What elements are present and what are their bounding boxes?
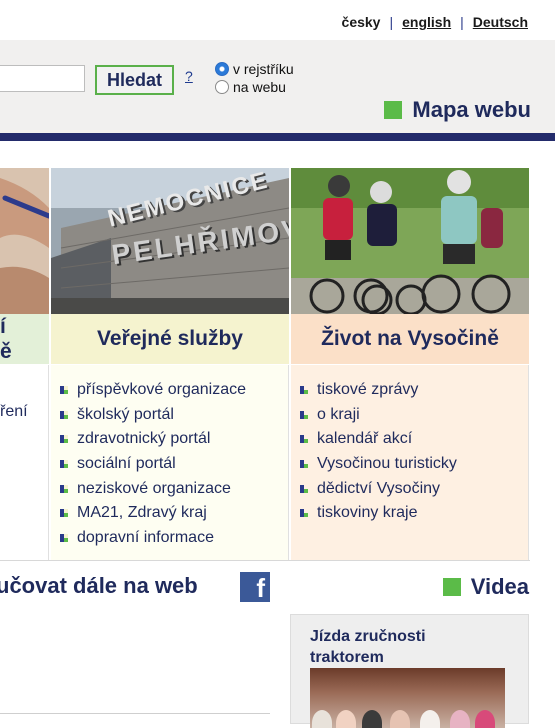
lang-separator: | [460,14,464,30]
link-label: dědictví Vysočiny [317,479,441,497]
bullet-icon [60,460,68,469]
green-square-icon [384,101,403,119]
link-label: tiskové zprávy [317,381,419,399]
radio-selected-icon[interactable] [215,62,229,76]
columns-bottom-border [0,560,530,561]
social-follow-text: učovat dále na web [0,573,198,598]
video-title[interactable]: Jízda zručnosti traktorem [310,626,470,668]
public-services-list: příspěvkové organizace školský portál zd… [51,365,288,550]
list-item[interactable]: školský portál [60,403,288,428]
link-fragment[interactable]: ření [0,403,28,421]
link-label: neziskové organizace [77,479,231,497]
lang-english[interactable]: english [402,14,451,30]
sitemap-link[interactable]: Mapa webu [384,97,531,123]
search-input[interactable] [0,65,85,92]
column-header-fragment[interactable]: í ě [0,314,49,364]
lang-czech[interactable]: česky [342,14,381,30]
bullet-icon [300,386,308,395]
column-body-fragment [0,365,49,560]
lang-separator: | [389,14,394,30]
link-label: Vysočinou turisticky [317,455,457,473]
photo-hospital[interactable]: NEMOCNICE PELHŘIMOV [51,168,289,314]
child-figure [420,710,440,728]
link-label: kalendář akcí [317,430,413,448]
scope-option-registry[interactable]: v rejstříku [215,61,294,77]
bullet-icon [60,484,68,493]
child-figure [475,710,495,728]
bullet-icon [300,509,308,518]
videos-heading[interactable]: Videa [442,574,529,600]
bullet-icon [300,460,308,469]
bullet-icon [300,410,308,419]
content-divider [0,713,270,714]
link-label: o kraji [317,405,360,423]
list-item[interactable]: tiskové zprávy [300,378,528,403]
scope-option-web[interactable]: na webu [215,79,286,95]
photo-hands[interactable] [0,168,49,314]
column-title-fragment-1: í [0,315,6,338]
bullet-icon [60,509,68,518]
bullet-icon [60,410,68,419]
child-figure [336,710,356,728]
videos-heading-label: Videa [470,574,529,599]
list-item[interactable]: příspěvkové organizace [60,378,288,403]
link-label: příspěvkové organizace [77,381,246,399]
cyclists-illustration [291,168,529,314]
radio-empty-icon[interactable] [215,80,229,94]
header-divider [0,133,555,141]
link-label: školský portál [77,405,174,423]
bullet-icon [300,435,308,444]
bullet-icon [60,435,68,444]
column-header-life-in-vysocina[interactable]: Život na Vysočině [291,314,529,364]
scope-label-web: na webu [233,79,286,95]
list-item[interactable]: zdravotnický portál [60,427,288,452]
video-card[interactable]: Jízda zručnosti traktorem [290,614,529,728]
green-square-icon [442,578,461,596]
list-item[interactable]: neziskové organizace [60,476,288,501]
video-thumbnail[interactable] [310,668,505,728]
hands-illustration [0,168,49,314]
child-figure [450,710,470,728]
list-item[interactable]: dopravní informace [60,526,288,551]
column-title-fragment-2: ě [0,340,12,363]
list-item[interactable]: o kraji [300,403,528,428]
language-switcher: česky | english | Deutsch [342,14,528,30]
scope-label-registry: v rejstříku [233,61,294,77]
list-item[interactable]: tiskoviny kraje [300,501,528,526]
list-item[interactable]: dědictví Vysočiny [300,476,528,501]
child-figure [390,710,410,728]
child-figure [312,710,332,728]
list-item[interactable]: MA21, Zdravý kraj [60,501,288,526]
search-button[interactable]: Hledat [95,65,174,95]
column-body-public-services: příspěvkové organizace školský portál zd… [51,365,289,560]
column-header-public-services[interactable]: Veřejné služby [51,314,289,364]
search-help-link[interactable]: ? [185,68,193,84]
child-figure [362,710,382,728]
link-label: zdravotnický portál [77,430,211,448]
facebook-icon[interactable]: f [240,572,270,602]
link-label: sociální portál [77,455,176,473]
list-item[interactable]: kalendář akcí [300,427,528,452]
lang-german[interactable]: Deutsch [473,14,528,30]
bullet-icon [300,484,308,493]
bullet-icon [60,533,68,542]
photo-cyclists[interactable] [291,168,529,314]
link-label: dopravní informace [77,528,214,546]
bullet-icon [60,386,68,395]
sitemap-label: Mapa webu [412,97,531,122]
list-item[interactable]: Vysočinou turisticky [300,452,528,477]
life-in-vysocina-list: tiskové zprávy o kraji kalendář akcí Vys… [291,365,528,526]
link-label: MA21, Zdravý kraj [77,504,207,522]
column-body-life-in-vysocina: tiskové zprávy o kraji kalendář akcí Vys… [291,365,529,560]
link-label: tiskoviny kraje [317,504,418,522]
list-item[interactable]: sociální portál [60,452,288,477]
